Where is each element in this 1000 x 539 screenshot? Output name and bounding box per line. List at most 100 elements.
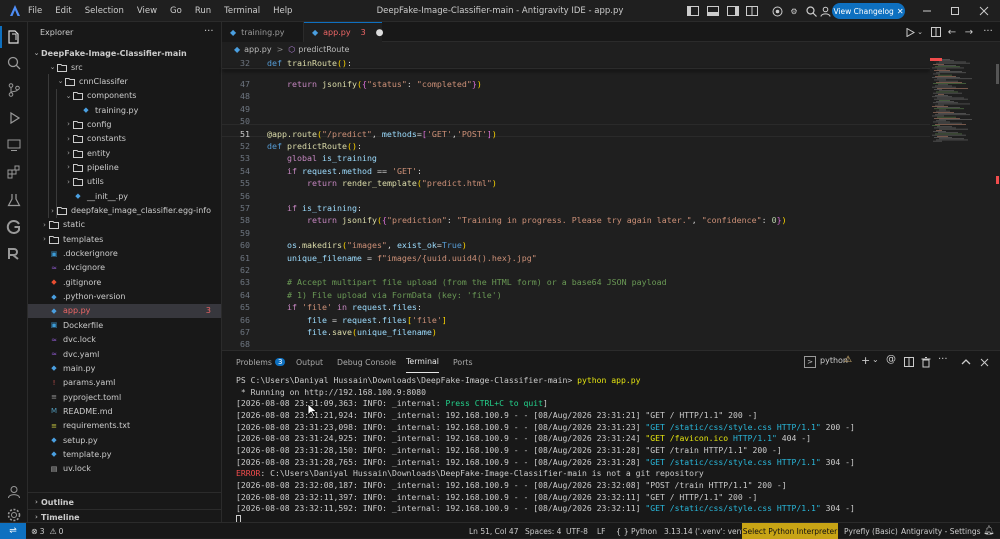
copilot-icon[interactable]: @ <box>886 354 896 365</box>
select-interpreter-button[interactable]: Select Python Interpreter <box>742 523 838 539</box>
menu-item-selection[interactable]: Selection <box>85 6 124 16</box>
code-line[interactable]: 65 if 'file' in request.files: <box>222 301 930 313</box>
code-line[interactable]: 52 def predictRoute(): <box>222 140 930 152</box>
menu-item-run[interactable]: Run <box>195 6 211 16</box>
menu-item-view[interactable]: View <box>137 6 157 16</box>
end-of-line[interactable]: LF <box>597 523 606 539</box>
more-actions-icon[interactable]: ··· <box>981 24 995 38</box>
menu-item-go[interactable]: Go <box>170 6 182 16</box>
menu-item-file[interactable]: File <box>28 6 42 16</box>
code-line[interactable]: 53 global is_training <box>222 152 930 164</box>
layout-icon[interactable] <box>745 4 759 18</box>
code-line[interactable]: 32 def trainRoute(): <box>222 57 930 69</box>
search-icon[interactable] <box>804 4 818 18</box>
maximize-panel-icon[interactable] <box>960 356 972 368</box>
extension-r-icon[interactable] <box>6 246 22 262</box>
tree-item-templates[interactable]: › templates <box>28 232 221 246</box>
code-line[interactable]: 50 <box>222 115 930 127</box>
tree-item-python-version[interactable]: ◆ .python-version <box>28 290 221 304</box>
tree-item-params-yaml[interactable]: ! params.yaml <box>28 376 221 390</box>
code-line[interactable]: 48 <box>222 90 930 102</box>
language-mode[interactable]: Python <box>631 523 657 539</box>
breadcrumb-symbol[interactable]: predictRoute <box>298 45 349 54</box>
tree-item-main-py[interactable]: ◆ main.py <box>28 361 221 375</box>
split-terminal-icon[interactable] <box>903 356 915 368</box>
chevron-down-icon[interactable]: ⌄ <box>916 26 924 38</box>
account-icon[interactable] <box>818 4 832 18</box>
tree-item-src[interactable]: ⌄ src <box>28 60 221 74</box>
notifications-bell-icon[interactable]: 🔔︎ <box>983 523 994 539</box>
gear-icon[interactable]: ⚙ <box>787 4 801 18</box>
more-actions-icon[interactable]: ··· <box>938 354 948 365</box>
tree-item-gitignore[interactable]: ◆ .gitignore <box>28 275 221 289</box>
close-icon[interactable]: ✕ <box>897 7 904 16</box>
problems-status[interactable]: ⊗ 3 ⚠ 0 <box>31 523 63 539</box>
panel-tab-debug-console[interactable]: Debug Console <box>337 351 396 373</box>
extensions-icon[interactable] <box>6 164 22 180</box>
tree-item-requirements-txt[interactable]: ≡ requirements.txt <box>28 419 221 433</box>
unsaved-dot-icon[interactable]: ● <box>376 28 384 38</box>
code-line[interactable]: 47 return jsonify({"status": "completed"… <box>222 78 930 90</box>
tree-item-dvc-lock[interactable]: ≈ dvc.lock <box>28 333 221 347</box>
tree-item-dockerignore[interactable]: ▣ .dockerignore <box>28 247 221 261</box>
browser-icon[interactable] <box>770 4 784 18</box>
tree-item-dockerfile[interactable]: ▣ Dockerfile <box>28 318 221 332</box>
close-panel-icon[interactable] <box>978 356 990 368</box>
source-control-icon[interactable] <box>6 82 22 98</box>
tree-item-setup-py[interactable]: ◆ setup.py <box>28 433 221 447</box>
tree-item-dvc-yaml[interactable]: ≈ dvc.yaml <box>28 347 221 361</box>
code-line[interactable]: 62 <box>222 264 930 276</box>
manage-gear-icon[interactable] <box>6 507 22 523</box>
code-line[interactable]: 51 @app.route("/predict", methods=['GET',… <box>222 128 930 140</box>
menu-item-edit[interactable]: Edit <box>55 6 71 16</box>
python-version[interactable]: 3.13.14 ('.venv': venv) <box>664 523 749 539</box>
code-line[interactable]: 55 return render_template("predict.html"… <box>222 177 930 189</box>
view-changelog-button[interactable]: View Changelog ✕ <box>832 3 905 19</box>
tab-training-py[interactable]: ◆ training.py <box>222 22 304 42</box>
panel-tab-ports[interactable]: Ports <box>453 351 473 373</box>
close-window-icon[interactable] <box>977 4 991 18</box>
testing-icon[interactable] <box>6 192 22 208</box>
code-line[interactable]: 60 os.makedirs("images", exist_ok=True) <box>222 239 930 251</box>
pyrefly-status[interactable]: Pyrefly (Basic) <box>844 523 898 539</box>
code-line[interactable]: 67 file.save(unique_filename) <box>222 326 930 338</box>
tree-item-cnnclassifer[interactable]: ⌄ cnnClassifer <box>28 74 221 88</box>
code-line[interactable]: 56 <box>222 190 930 202</box>
tree-item-static[interactable]: › static <box>28 218 221 232</box>
breadcrumb-file[interactable]: app.py <box>244 45 271 54</box>
toggle-secondary-sidebar-icon[interactable] <box>726 4 740 18</box>
remote-explorer-icon[interactable] <box>6 137 22 153</box>
tree-item-pyproject-toml[interactable]: ≡ pyproject.toml <box>28 390 221 404</box>
toggle-sidebar-icon[interactable] <box>686 4 700 18</box>
code-line[interactable]: 58 return jsonify({"prediction": "Traini… <box>222 214 930 226</box>
run-debug-icon[interactable] <box>6 110 22 126</box>
tree-item-app-py[interactable]: ◆ app.py 3 <box>28 303 221 318</box>
tree-item-readme-md[interactable]: M README.md <box>28 404 221 418</box>
encoding[interactable]: UTF-8 <box>566 523 588 539</box>
code-editor[interactable]: 32 def trainRoute(): 47 return jsonify({"s… <box>222 56 930 349</box>
code-line[interactable]: 61 unique_filename = f"images/{uuid.uuid… <box>222 252 930 264</box>
code-line[interactable]: 59 <box>222 227 930 239</box>
tab-app-py[interactable]: ◆ app.py 3 ● <box>304 22 384 42</box>
workspace-root[interactable]: ⌄ DeepFake-Image-Classifier-main <box>28 46 221 60</box>
chevron-down-icon[interactable]: ⌄ <box>872 355 879 364</box>
panel-tab-output[interactable]: Output <box>296 351 323 373</box>
code-line[interactable]: 49 <box>222 103 930 115</box>
minimize-icon[interactable] <box>920 4 934 18</box>
explorer-icon[interactable] <box>6 29 22 45</box>
minimap[interactable] <box>930 56 1000 348</box>
menu-item-terminal[interactable]: Terminal <box>224 6 260 16</box>
more-actions-icon[interactable]: ··· <box>204 26 214 37</box>
code-line[interactable]: 63 # Accept multipart file upload (from … <box>222 276 930 288</box>
menu-item-help[interactable]: Help <box>273 6 292 16</box>
run-python-icon[interactable] <box>904 26 916 38</box>
code-line[interactable]: 66 file = request.files['file'] <box>222 314 930 326</box>
tree-item-uv-lock[interactable]: ▤ uv.lock <box>28 462 221 476</box>
tree-item-dvcignore[interactable]: ≈ .dvcignore <box>28 261 221 275</box>
antigravity-settings[interactable]: Antigravity - Settings <box>901 523 981 539</box>
panel-tab-terminal[interactable]: Terminal <box>406 351 439 373</box>
panel-tab-problems[interactable]: Problems 3 <box>236 351 286 373</box>
arrow-left-icon[interactable]: ← <box>946 26 958 38</box>
maximize-icon[interactable] <box>948 4 962 18</box>
code-line[interactable]: 54 if request.method == 'GET': <box>222 165 930 177</box>
